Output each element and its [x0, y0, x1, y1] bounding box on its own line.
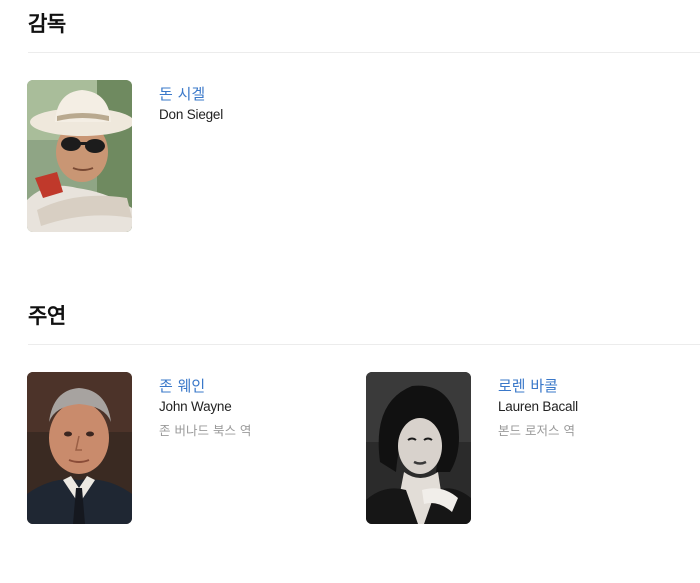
cast-name-english: Lauren Bacall — [498, 399, 578, 414]
director-name-link[interactable]: 돈 시겔 — [159, 84, 223, 104]
cast-card: 존 웨인 John Wayne 존 버나드 북스 역 — [27, 372, 251, 524]
cast-name-english: John Wayne — [159, 399, 232, 414]
cast-photo[interactable] — [27, 372, 132, 524]
cast-info: 로렌 바콜 Lauren Bacall 본드 로저스 역 — [498, 372, 578, 440]
cast-role: 존 버나드 북스 역 — [159, 423, 252, 438]
director-photo[interactable] — [27, 80, 132, 232]
section-title-director: 감독 — [28, 12, 66, 36]
director-info: 돈 시겔 Don Siegel — [159, 80, 223, 124]
director-card: 돈 시겔 Don Siegel — [27, 80, 223, 232]
section-divider — [28, 344, 700, 345]
director-name-english: Don Siegel — [159, 107, 224, 122]
cast-photo[interactable] — [366, 372, 471, 524]
section-divider — [28, 52, 700, 53]
cast-info: 존 웨인 John Wayne 존 버나드 북스 역 — [159, 372, 251, 440]
cast-name-link[interactable]: 로렌 바콜 — [498, 376, 578, 396]
cast-name-link[interactable]: 존 웨인 — [159, 376, 251, 396]
section-title-cast: 주연 — [28, 304, 66, 328]
cast-role: 본드 로저스 역 — [498, 423, 575, 438]
cast-card: 로렌 바콜 Lauren Bacall 본드 로저스 역 — [366, 372, 578, 524]
